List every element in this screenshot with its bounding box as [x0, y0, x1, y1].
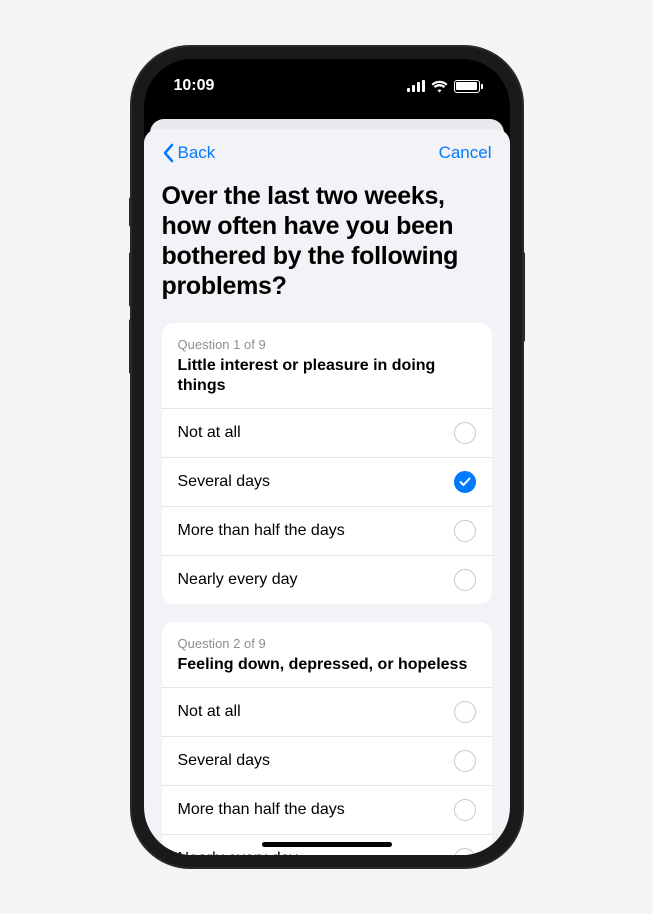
option-row[interactable]: More than half the days: [162, 785, 492, 834]
mute-switch: [129, 197, 132, 227]
cancel-button[interactable]: Cancel: [439, 143, 492, 163]
question-card: Question 1 of 9 Little interest or pleas…: [162, 323, 492, 604]
radio-unchecked-icon: [454, 701, 476, 723]
question-counter: Question 1 of 9: [178, 337, 476, 352]
option-row[interactable]: Several days: [162, 736, 492, 785]
volume-up-button: [129, 252, 132, 307]
home-indicator[interactable]: [262, 842, 392, 847]
radio-unchecked-icon: [454, 750, 476, 772]
option-label: Not at all: [178, 703, 241, 721]
cellular-signal-icon: [407, 80, 425, 92]
question-text: Little interest or pleasure in doing thi…: [178, 356, 476, 396]
volume-down-button: [129, 319, 132, 374]
screen: 10:09 Back: [144, 59, 510, 855]
option-label: Several days: [178, 473, 271, 491]
page-heading: Over the last two weeks, how often have …: [162, 181, 492, 301]
question-card: Question 2 of 9 Feeling down, depressed,…: [162, 622, 492, 855]
chevron-left-icon: [162, 143, 174, 163]
option-label: Nearly every day: [178, 571, 298, 589]
back-button[interactable]: Back: [162, 143, 216, 163]
option-label: More than half the days: [178, 801, 345, 819]
content-sheet: Back Cancel Over the last two weeks, how…: [144, 129, 510, 855]
back-label: Back: [178, 143, 216, 163]
question-text: Feeling down, depressed, or hopeless: [178, 655, 476, 675]
side-button: [522, 252, 525, 342]
option-row[interactable]: Not at all: [162, 687, 492, 736]
wifi-icon: [431, 80, 448, 93]
radio-unchecked-icon: [454, 569, 476, 591]
radio-unchecked-icon: [454, 848, 476, 855]
option-label: More than half the days: [178, 522, 345, 540]
dynamic-island: [268, 73, 386, 107]
option-row[interactable]: More than half the days: [162, 506, 492, 555]
scroll-area[interactable]: Over the last two weeks, how often have …: [144, 173, 510, 855]
radio-checked-icon: [454, 471, 476, 493]
option-label: Several days: [178, 752, 271, 770]
status-time: 10:09: [174, 77, 215, 95]
question-counter: Question 2 of 9: [178, 636, 476, 651]
battery-icon: [454, 80, 480, 93]
radio-unchecked-icon: [454, 422, 476, 444]
nav-bar: Back Cancel: [144, 129, 510, 173]
radio-unchecked-icon: [454, 520, 476, 542]
option-row[interactable]: Several days: [162, 457, 492, 506]
option-row[interactable]: Nearly every day: [162, 555, 492, 604]
option-row[interactable]: Not at all: [162, 408, 492, 457]
checkmark-icon: [459, 477, 471, 487]
phone-frame: 10:09 Back: [132, 47, 522, 867]
radio-unchecked-icon: [454, 799, 476, 821]
option-label: Nearly every day: [178, 850, 298, 855]
option-label: Not at all: [178, 424, 241, 442]
